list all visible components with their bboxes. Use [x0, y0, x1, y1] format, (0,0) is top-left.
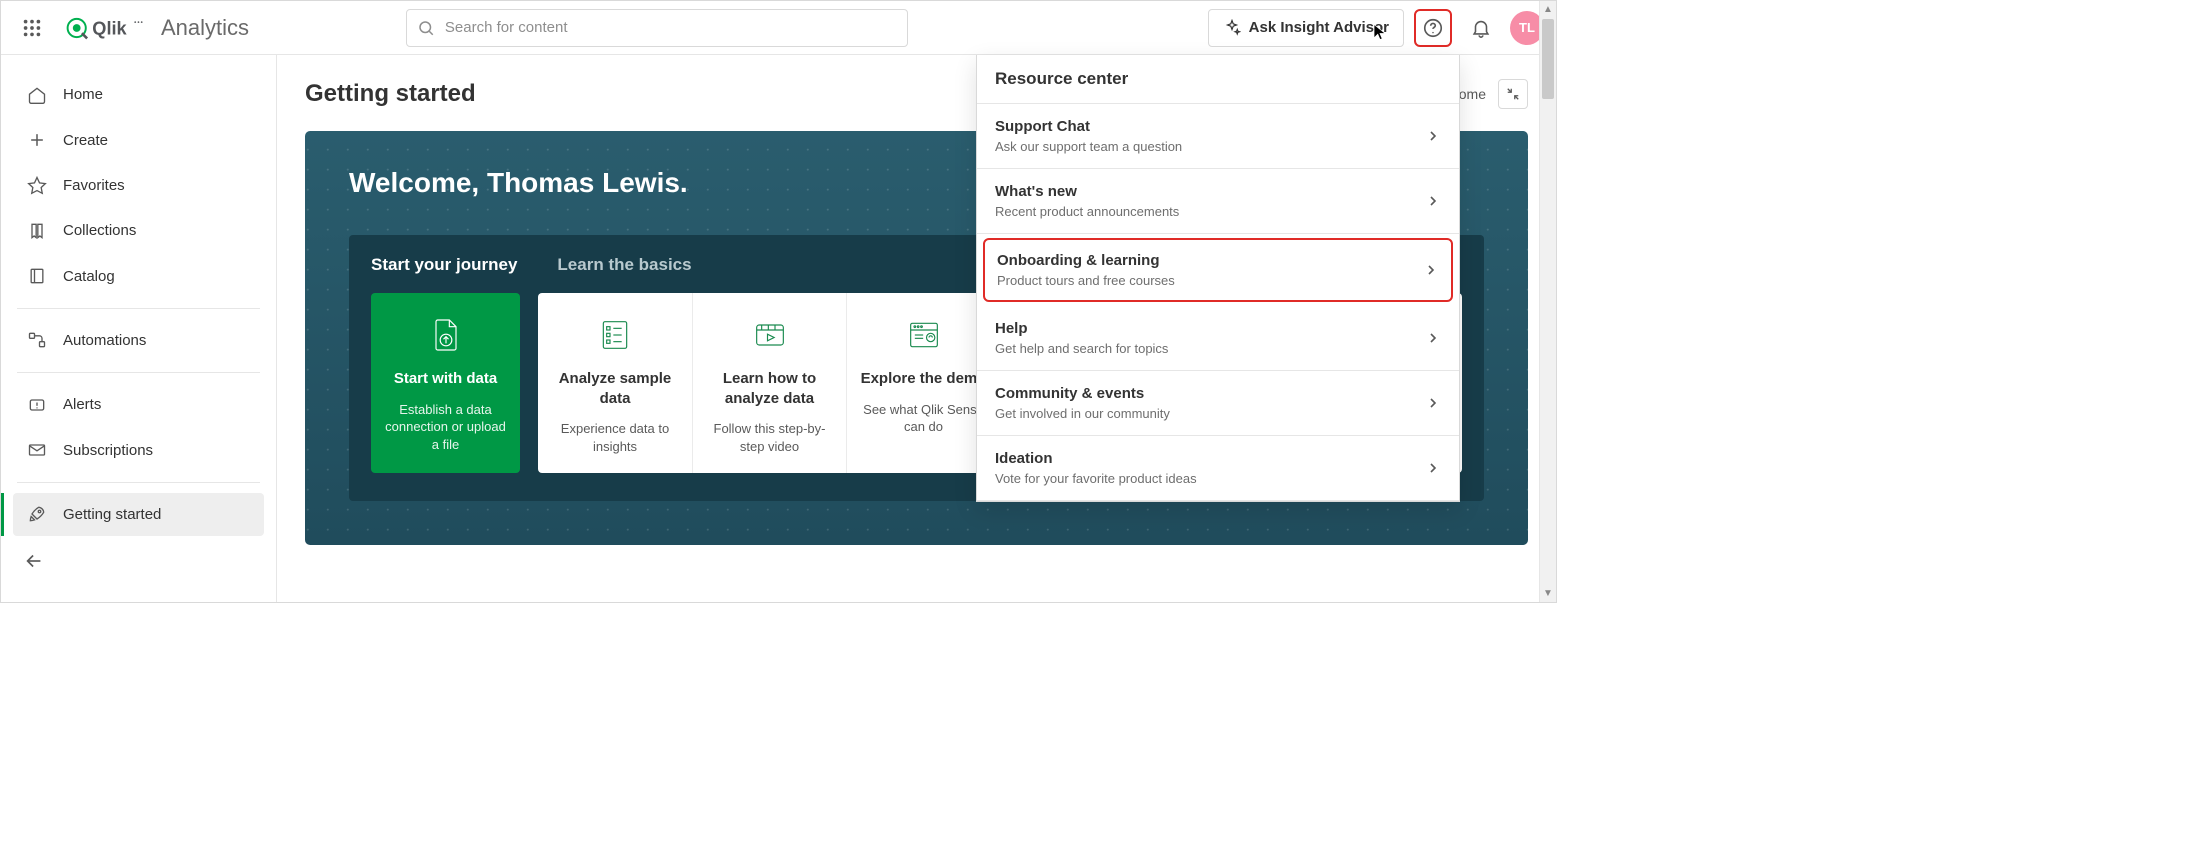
resource-item-help[interactable]: Help Get help and search for topics — [977, 306, 1459, 371]
resource-item-title: Ideation — [995, 450, 1197, 467]
sidebar-item-label: Catalog — [63, 268, 115, 285]
scroll-down-arrow-icon[interactable]: ▼ — [1540, 585, 1556, 602]
resource-item-desc: Product tours and free courses — [997, 273, 1175, 288]
resource-item-title: Onboarding & learning — [997, 252, 1175, 269]
chevron-right-icon — [1423, 262, 1439, 278]
sidebar-divider — [17, 482, 260, 483]
resource-item-desc: Ask our support team a question — [995, 139, 1182, 154]
checklist-icon — [593, 313, 637, 357]
card-subtitle: Follow this step-by-step video — [705, 420, 834, 455]
svg-text:Qlik: Qlik — [92, 18, 127, 38]
search-input[interactable] — [445, 19, 897, 36]
resource-item-desc: Get help and search for topics — [995, 341, 1168, 356]
video-icon — [748, 313, 792, 357]
sidebar-item-create[interactable]: Create — [13, 118, 264, 161]
chevron-right-icon — [1425, 395, 1441, 411]
scroll-up-arrow-icon[interactable]: ▲ — [1540, 1, 1556, 18]
card-subtitle: Experience data to insights — [550, 420, 680, 455]
card-subtitle: See what Qlik Sense can do — [859, 401, 988, 436]
resource-item-desc: Vote for your favorite product ideas — [995, 471, 1197, 486]
resource-item-community[interactable]: Community & events Get involved in our c… — [977, 371, 1459, 436]
ask-insight-advisor-button[interactable]: Ask Insight Advisor — [1208, 9, 1404, 47]
star-icon — [27, 175, 47, 195]
sidebar-divider — [17, 308, 260, 309]
card-subtitle: Establish a data connection or upload a … — [383, 401, 508, 454]
resource-item-desc: Recent product announcements — [995, 204, 1179, 219]
qlik-logo[interactable]: Qlik — [65, 15, 143, 41]
sidebar-item-label: Alerts — [63, 396, 101, 413]
resource-item-title: Help — [995, 320, 1168, 337]
flow-icon — [27, 330, 47, 350]
resource-item-whats-new[interactable]: What's new Recent product announcements — [977, 169, 1459, 234]
notifications-icon[interactable] — [1462, 9, 1500, 47]
sidebar-item-collections[interactable]: Collections — [13, 209, 264, 252]
resource-center-title: Resource center — [977, 55, 1459, 104]
help-icon[interactable] — [1414, 9, 1452, 47]
rocket-icon — [27, 504, 47, 524]
sidebar-item-catalog[interactable]: Catalog — [13, 254, 264, 297]
sidebar-item-subscriptions[interactable]: Subscriptions — [13, 428, 264, 471]
brand: Qlik Analytics — [65, 15, 249, 41]
plus-icon — [27, 130, 47, 150]
sidebar-divider — [17, 372, 260, 373]
tab-start-journey[interactable]: Start your journey — [371, 255, 517, 275]
sidebar-item-label: Favorites — [63, 177, 125, 194]
sidebar-item-label: Collections — [63, 222, 136, 239]
bookmark-icon — [27, 221, 47, 241]
search-field[interactable] — [406, 9, 908, 47]
resource-item-title: Support Chat — [995, 118, 1182, 135]
sidebar-item-label: Getting started — [63, 506, 161, 523]
sidebar-item-label: Create — [63, 132, 108, 149]
resource-center-panel: Resource center Support Chat Ask our sup… — [976, 55, 1460, 502]
chevron-right-icon — [1425, 460, 1441, 476]
sidebar: Home Create Favorites Collections Catalo… — [1, 55, 277, 602]
collapse-welcome-button[interactable] — [1498, 79, 1528, 109]
card-learn-howto[interactable]: Learn how to analyze data Follow this st… — [692, 293, 846, 473]
resource-item-ideation[interactable]: Ideation Vote for your favorite product … — [977, 436, 1459, 501]
sidebar-item-favorites[interactable]: Favorites — [13, 164, 264, 207]
resource-item-desc: Get involved in our community — [995, 406, 1170, 421]
sidebar-collapse-icon[interactable] — [19, 546, 49, 576]
mail-icon — [27, 440, 47, 460]
card-analyze-sample[interactable]: Analyze sample data Experience data to i… — [538, 293, 692, 473]
resource-item-title: What's new — [995, 183, 1179, 200]
chevron-right-icon — [1425, 193, 1441, 209]
sidebar-item-automations[interactable]: Automations — [13, 319, 264, 362]
card-title: Learn how to analyze data — [705, 369, 834, 408]
home-icon — [27, 85, 47, 105]
app-launcher-icon[interactable] — [13, 9, 51, 47]
ask-insight-advisor-label: Ask Insight Advisor — [1249, 19, 1389, 36]
book-icon — [27, 266, 47, 286]
file-upload-icon — [424, 313, 468, 357]
sidebar-item-alerts[interactable]: Alerts — [13, 383, 264, 426]
browser-icon — [902, 313, 946, 357]
card-title: Explore the demo — [861, 369, 987, 389]
resource-item-onboarding[interactable]: Onboarding & learning Product tours and … — [983, 238, 1453, 302]
alert-icon — [27, 395, 47, 415]
sidebar-item-label: Home — [63, 86, 103, 103]
card-start-with-data[interactable]: Start with data Establish a data connect… — [371, 293, 520, 473]
resource-item-title: Community & events — [995, 385, 1170, 402]
chevron-right-icon — [1425, 128, 1441, 144]
sidebar-item-label: Automations — [63, 332, 146, 349]
scroll-thumb[interactable] — [1542, 19, 1554, 99]
sidebar-item-home[interactable]: Home — [13, 73, 264, 116]
card-title: Analyze sample data — [550, 369, 680, 408]
card-title: Start with data — [394, 369, 497, 389]
brand-product: Analytics — [161, 15, 249, 41]
vertical-scrollbar[interactable]: ▲ ▼ — [1539, 1, 1556, 602]
page-title: Getting started — [305, 80, 476, 108]
topbar: Qlik Analytics Ask Insight Advisor TL — [1, 1, 1556, 55]
avatar-initials: TL — [1519, 20, 1535, 35]
sparkle-icon — [1223, 19, 1241, 37]
sidebar-item-getting-started[interactable]: Getting started — [13, 493, 264, 536]
tab-learn-basics[interactable]: Learn the basics — [557, 255, 691, 275]
chevron-right-icon — [1425, 330, 1441, 346]
resource-item-support-chat[interactable]: Support Chat Ask our support team a ques… — [977, 104, 1459, 169]
compress-icon — [1506, 87, 1520, 101]
search-icon — [417, 19, 435, 37]
sidebar-item-label: Subscriptions — [63, 442, 153, 459]
resource-center-list: Support Chat Ask our support team a ques… — [977, 104, 1459, 501]
